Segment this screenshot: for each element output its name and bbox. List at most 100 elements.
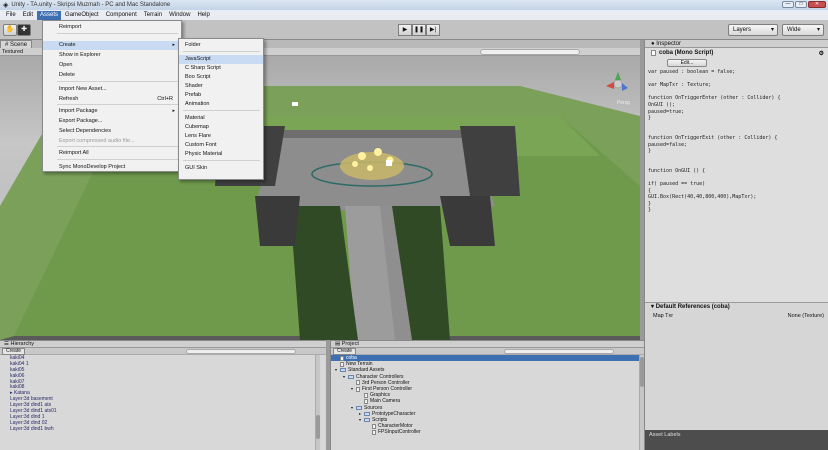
close-button[interactable]: ✕ — [808, 1, 826, 8]
step-button[interactable]: ▶| — [426, 24, 440, 36]
menu-item-label: Open — [59, 62, 73, 68]
submenu-arrow-icon: ▸ — [172, 108, 175, 114]
scene-tab[interactable]: # Scene — [0, 40, 33, 48]
menu-separator — [183, 51, 260, 52]
menu-item-label: Import New Asset... — [59, 86, 107, 92]
create-item-folder[interactable]: Folder — [179, 41, 263, 50]
hierarchy-item[interactable]: Layer:3d dind1 bwh — [0, 426, 326, 433]
hierarchy-tab-label: Hierarchy — [10, 341, 35, 347]
default-references-panel: ▾ Default References (coba) Map Txr None… — [644, 302, 828, 430]
layers-dropdown[interactable]: Layers — [728, 24, 778, 36]
menu-item-reimport-all[interactable]: Reimport All — [43, 149, 181, 158]
file-icon — [340, 355, 344, 361]
project-search-input[interactable] — [504, 348, 614, 354]
menu-separator — [183, 110, 260, 111]
project-item[interactable]: FPSInputController — [331, 429, 644, 435]
hierarchy-panel: ☰ Hierarchy Create kaki04 kaki04 1 kaki05 k… — [0, 340, 326, 450]
map-txr-label: Map Txr — [653, 313, 674, 319]
file-icon — [356, 380, 360, 386]
menu-item-import-new-asset[interactable]: Import New Asset... — [43, 85, 181, 94]
menu-edit[interactable]: Edit — [20, 11, 36, 20]
scene-search-input[interactable] — [480, 49, 580, 55]
edit-button[interactable]: Edit... — [667, 59, 707, 67]
create-submenu: Folder JavaScript C Sharp Script Boo Script… — [178, 38, 264, 180]
menu-window[interactable]: Window — [166, 11, 193, 20]
default-references-header[interactable]: ▾ Default References (coba) — [645, 303, 828, 312]
maximize-button[interactable]: □ — [795, 1, 807, 8]
hierarchy-icon: ☰ — [4, 341, 9, 347]
menu-help[interactable]: Help — [194, 11, 212, 20]
menu-item-show-in-explorer[interactable]: Show in Explorer — [43, 51, 181, 60]
menu-item-refresh[interactable]: Refresh Ctrl+R — [43, 95, 181, 104]
project-toolbar: Create — [331, 347, 644, 355]
file-icon — [372, 429, 376, 435]
create-item-shader[interactable]: Shader — [179, 82, 263, 91]
map-txr-field[interactable]: Map Txr None (Texture) — [645, 312, 828, 320]
project-scroll-thumb[interactable] — [640, 357, 644, 387]
project-scrollbar[interactable] — [639, 355, 644, 450]
menu-item-export-compressed-audio-file: Export compressed audio file... — [43, 137, 181, 146]
play-button[interactable]: ▶ — [398, 24, 412, 36]
menu-item-label: Reimport All — [59, 150, 89, 156]
project-icon: ▤ — [335, 341, 341, 347]
title-bar: ◈ Unity - TA.unity - Skripsi Muzmah - PC… — [0, 0, 828, 10]
map-txr-value[interactable]: None (Texture) — [788, 313, 824, 319]
project-panel: ▤ Project Create coba New Terrain ▾ Standar… — [330, 340, 644, 450]
submenu-arrow-icon: ▸ — [172, 42, 175, 48]
hierarchy-scrollbar[interactable] — [315, 355, 320, 450]
menu-item-sync-monodevelop-project[interactable]: Sync MonoDevelop Project — [43, 163, 181, 172]
create-item-gui-skin[interactable]: GUI Skin — [179, 164, 263, 173]
create-item-material[interactable]: Material — [179, 114, 263, 123]
settings-gear-icon[interactable]: ⚙ — [819, 50, 824, 57]
menu-item-export-package[interactable]: Export Package... — [43, 117, 181, 126]
menu-component[interactable]: Component — [103, 11, 140, 20]
create-item-custom-font[interactable]: Custom Font — [179, 141, 263, 150]
hierarchy-create-button[interactable]: Create — [2, 347, 26, 355]
create-item-animation[interactable]: Animation — [179, 100, 263, 109]
menu-item-label: Export compressed audio file... — [59, 138, 135, 144]
pause-button[interactable]: ❚❚ — [412, 24, 426, 36]
project-list: coba New Terrain ▾ Standard Assets ▾ Characte… — [331, 355, 644, 435]
menu-gameobject[interactable]: GameObject — [62, 11, 102, 20]
foldout-arrow-icon: ▾ — [651, 304, 655, 310]
menu-item-select-dependencies[interactable]: Select Dependencies — [43, 127, 181, 136]
project-item-label: FPSInputController — [378, 429, 421, 436]
axis-gizmo[interactable] — [604, 70, 632, 98]
menu-item-create[interactable]: Create ▸ — [43, 41, 181, 50]
project-tab[interactable]: ▤ Project — [331, 341, 644, 348]
create-item-prefab[interactable]: Prefab — [179, 91, 263, 100]
default-references-title: Default References (coba) — [655, 304, 730, 310]
menu-item-open[interactable]: Open — [43, 61, 181, 70]
hand-tool-button[interactable]: ✋ — [3, 24, 17, 36]
persp-label: Persp — [616, 100, 630, 106]
inspector-panel: ● Inspector coba (Mono Script) ⚙ Edit...… — [644, 40, 828, 302]
create-item-javascript[interactable]: JavaScript — [179, 55, 263, 64]
create-item-cubemap[interactable]: Cubemap — [179, 123, 263, 132]
render-mode-dropdown[interactable]: Textured — [2, 48, 23, 56]
menu-terrain[interactable]: Terrain — [141, 11, 165, 20]
menu-item-label: Refresh — [59, 96, 79, 102]
create-item-c-sharp-script[interactable]: C Sharp Script — [179, 64, 263, 73]
assets-menu: Reimport Create ▸ Show in Explorer Open Delet… — [42, 20, 182, 172]
hierarchy-search-input[interactable] — [186, 348, 296, 354]
menu-item-delete[interactable]: Delete — [43, 71, 181, 80]
hierarchy-tab[interactable]: ☰ Hierarchy — [0, 341, 326, 348]
create-item-lens-flare[interactable]: Lens Flare — [179, 132, 263, 141]
hierarchy-scroll-thumb[interactable] — [316, 415, 320, 439]
menu-shortcut: Ctrl+R — [157, 96, 173, 102]
menu-separator — [57, 104, 178, 105]
menu-item-import-package[interactable]: Import Package ▸ — [43, 107, 181, 116]
minimize-button[interactable]: — — [782, 1, 794, 8]
menu-file[interactable]: File — [3, 11, 19, 20]
file-icon — [356, 386, 360, 392]
inspector-tab[interactable]: ● Inspector — [645, 40, 828, 48]
menu-item-reimport[interactable]: Reimport — [43, 23, 181, 32]
menu-item-label: Create — [59, 42, 76, 48]
layout-dropdown[interactable]: Wide — [782, 24, 824, 36]
create-item-physic-material[interactable]: Physic Material — [179, 150, 263, 159]
component-header[interactable]: coba (Mono Script) ⚙ — [645, 48, 828, 58]
menu-assets[interactable]: Assets — [37, 10, 62, 20]
project-create-button[interactable]: Create — [333, 347, 357, 355]
move-tool-button[interactable]: ✚ — [17, 24, 31, 36]
create-item-boo-script[interactable]: Boo Script — [179, 73, 263, 82]
